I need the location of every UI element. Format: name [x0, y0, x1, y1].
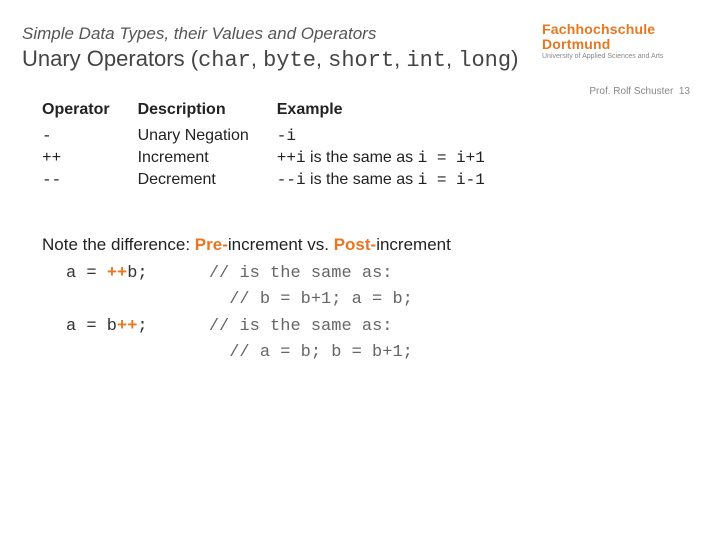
title-types: char [198, 48, 251, 73]
op-cell: ++ [42, 147, 138, 169]
desc-cell: Increment [138, 147, 277, 169]
slide-subtitle: Simple Data Types, their Values and Oper… [22, 24, 542, 44]
logo-line2: Dortmund [542, 36, 610, 52]
note-lead: Note the difference: [42, 235, 195, 254]
desc-cell: Unary Negation [138, 125, 277, 147]
table-row: ++ Increment ++i is the same as i = i+1 [42, 147, 513, 169]
note-mid: increment vs. [228, 235, 334, 254]
op-cell: -- [42, 169, 138, 191]
title-tail: ) [511, 46, 518, 71]
col-operator: Operator [42, 101, 138, 125]
footer-author: Prof. Rolf Schuster [589, 86, 673, 97]
desc-cell: Decrement [138, 169, 277, 191]
ex-cell: ++i is the same as i = i+1 [277, 147, 513, 169]
note-line: Note the difference: Pre-increment vs. P… [42, 235, 692, 255]
ex-cell: --i is the same as i = i-1 [277, 169, 513, 191]
note-tail: increment [376, 235, 451, 254]
op-cell: - [42, 125, 138, 147]
col-example: Example [277, 101, 513, 125]
title-lead: Unary Operators ( [22, 46, 198, 71]
note-pre: Pre- [195, 235, 228, 254]
code-example: a = ++b; // is the same as: // b = b+1; … [66, 261, 692, 366]
institution-logo: Fachhochschule Dortmund University of Ap… [542, 20, 692, 62]
logo-line1: Fachhochschule [542, 21, 655, 37]
col-description: Description [138, 101, 277, 125]
table-row: - Unary Negation -i [42, 125, 513, 147]
note-post: Post- [334, 235, 377, 254]
ex-cell: -i [277, 125, 513, 147]
slide-title: Unary Operators (char, byte, short, int,… [22, 46, 542, 73]
logo-sub: University of Applied Sciences and Arts [542, 53, 692, 61]
table-row: -- Decrement --i is the same as i = i-1 [42, 169, 513, 191]
table-header-row: Operator Description Example [42, 101, 513, 125]
footer-page: 13 [679, 86, 690, 97]
operators-table: Operator Description Example - Unary Neg… [42, 101, 513, 191]
slide-footer: Prof. Rolf Schuster 13 [589, 86, 690, 97]
